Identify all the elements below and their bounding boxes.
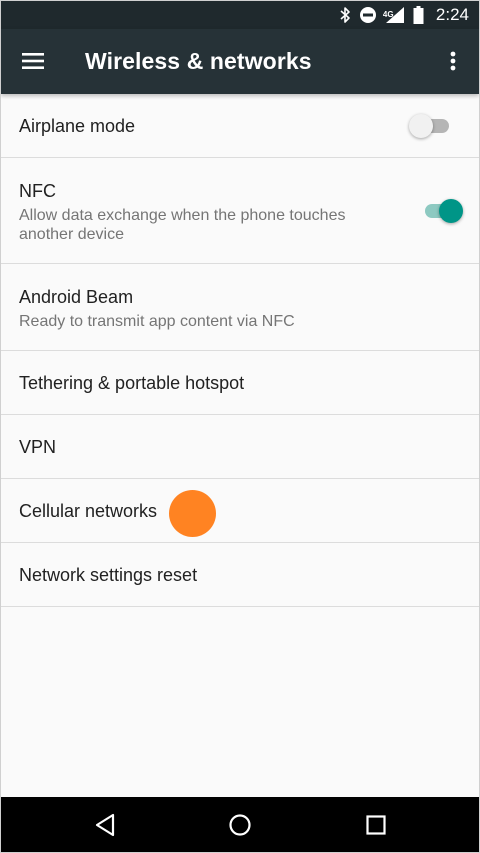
setting-summary: Allow data exchange when the phone touch… bbox=[19, 207, 346, 243]
navigation-bar bbox=[1, 797, 479, 852]
do-not-disturb-icon bbox=[359, 6, 377, 24]
network-type-label: 4G bbox=[382, 10, 394, 19]
app-bar: Wireless & networks bbox=[1, 29, 479, 94]
battery-icon bbox=[413, 6, 424, 24]
setting-title: NFC bbox=[19, 181, 56, 201]
setting-network-reset[interactable]: Network settings reset bbox=[1, 543, 479, 607]
back-icon[interactable] bbox=[93, 812, 119, 838]
settings-list: Airplane mode NFC Allow data exchange wh… bbox=[1, 94, 479, 607]
touch-indicator bbox=[169, 490, 216, 537]
airplane-mode-toggle[interactable] bbox=[409, 114, 453, 138]
setting-nfc[interactable]: NFC Allow data exchange when the phone t… bbox=[1, 158, 479, 264]
setting-summary: Ready to transmit app content via NFC bbox=[19, 313, 295, 330]
status-bar: 4G 2:24 bbox=[1, 1, 479, 29]
recents-icon[interactable] bbox=[363, 812, 389, 838]
setting-title: Airplane mode bbox=[19, 116, 136, 136]
menu-icon[interactable] bbox=[21, 49, 45, 73]
signal-icon: 4G bbox=[382, 6, 405, 24]
setting-title: Cellular networks bbox=[19, 501, 158, 521]
screen: 4G 2:24 Wireless & networks Airplane mod… bbox=[0, 0, 480, 853]
setting-title: Network settings reset bbox=[19, 565, 198, 585]
setting-cellular-networks[interactable]: Cellular networks bbox=[1, 479, 479, 543]
page-title: Wireless & networks bbox=[85, 48, 312, 74]
setting-title: VPN bbox=[19, 437, 57, 457]
more-options-icon[interactable] bbox=[441, 49, 465, 73]
setting-android-beam[interactable]: Android Beam Ready to transmit app conte… bbox=[1, 264, 479, 351]
bluetooth-icon bbox=[339, 6, 351, 24]
setting-tethering-hotspot[interactable]: Tethering & portable hotspot bbox=[1, 351, 479, 415]
setting-airplane-mode[interactable]: Airplane mode bbox=[1, 94, 479, 158]
status-time: 2:24 bbox=[435, 5, 469, 24]
setting-vpn[interactable]: VPN bbox=[1, 415, 479, 479]
setting-title: Android Beam bbox=[19, 287, 134, 307]
nfc-toggle[interactable] bbox=[423, 199, 463, 223]
setting-title: Tethering & portable hotspot bbox=[19, 373, 245, 393]
home-icon[interactable] bbox=[227, 812, 253, 838]
